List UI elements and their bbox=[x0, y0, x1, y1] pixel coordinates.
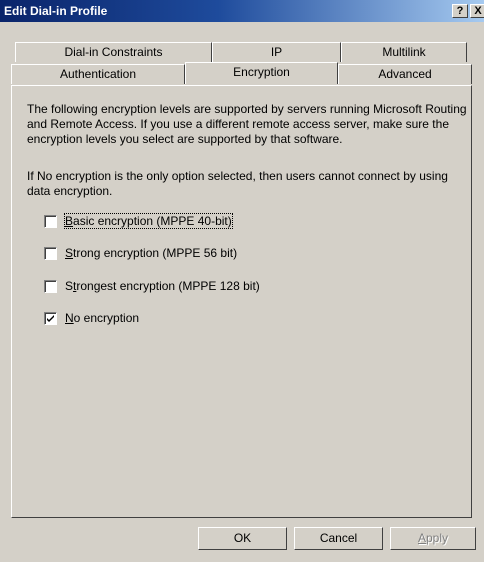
strongest-encryption-label: Strongest encryption (MPPE 128 bit) bbox=[65, 279, 260, 293]
close-button[interactable]: X bbox=[470, 4, 484, 18]
intro-text: The following encryption levels are supp… bbox=[27, 102, 467, 146]
tab-ip[interactable]: IP bbox=[212, 42, 341, 62]
tab-authentication[interactable]: Authentication bbox=[11, 64, 185, 84]
note-text: If No encryption is the only option sele… bbox=[27, 169, 448, 198]
dialog-window: Edit Dial-in Profile ? X Dial-in Constra… bbox=[0, 0, 484, 562]
cancel-button[interactable]: Cancel bbox=[294, 527, 383, 550]
title-bar[interactable]: Edit Dial-in Profile ? X bbox=[0, 0, 484, 22]
help-icon: ? bbox=[456, 5, 464, 17]
checkbox-box[interactable] bbox=[44, 280, 57, 293]
no-encryption-label: No encryption bbox=[65, 311, 140, 325]
encryption-panel: The following encryption levels are supp… bbox=[11, 85, 472, 518]
apply-button[interactable]: Apply bbox=[390, 527, 476, 550]
tab-advanced[interactable]: Advanced bbox=[338, 64, 472, 84]
checkbox-box[interactable] bbox=[44, 215, 57, 228]
checkbox-box[interactable] bbox=[44, 312, 57, 325]
window-title: Edit Dial-in Profile bbox=[4, 4, 108, 18]
help-button[interactable]: ? bbox=[452, 4, 468, 18]
tab-multilink[interactable]: Multilink bbox=[341, 42, 467, 62]
tab-encryption[interactable]: Encryption bbox=[185, 62, 338, 84]
ok-button[interactable]: OK bbox=[198, 527, 287, 550]
checkmark-icon bbox=[47, 315, 54, 322]
strong-encryption-label: Strong encryption (MPPE 56 bit) bbox=[65, 246, 238, 260]
close-icon: X bbox=[474, 5, 482, 17]
checkbox-box[interactable] bbox=[44, 247, 57, 260]
tab-dial-in-constraints[interactable]: Dial-in Constraints bbox=[15, 42, 212, 62]
basic-encryption-label: Basic encryption (MPPE 40-bit) bbox=[64, 213, 233, 229]
